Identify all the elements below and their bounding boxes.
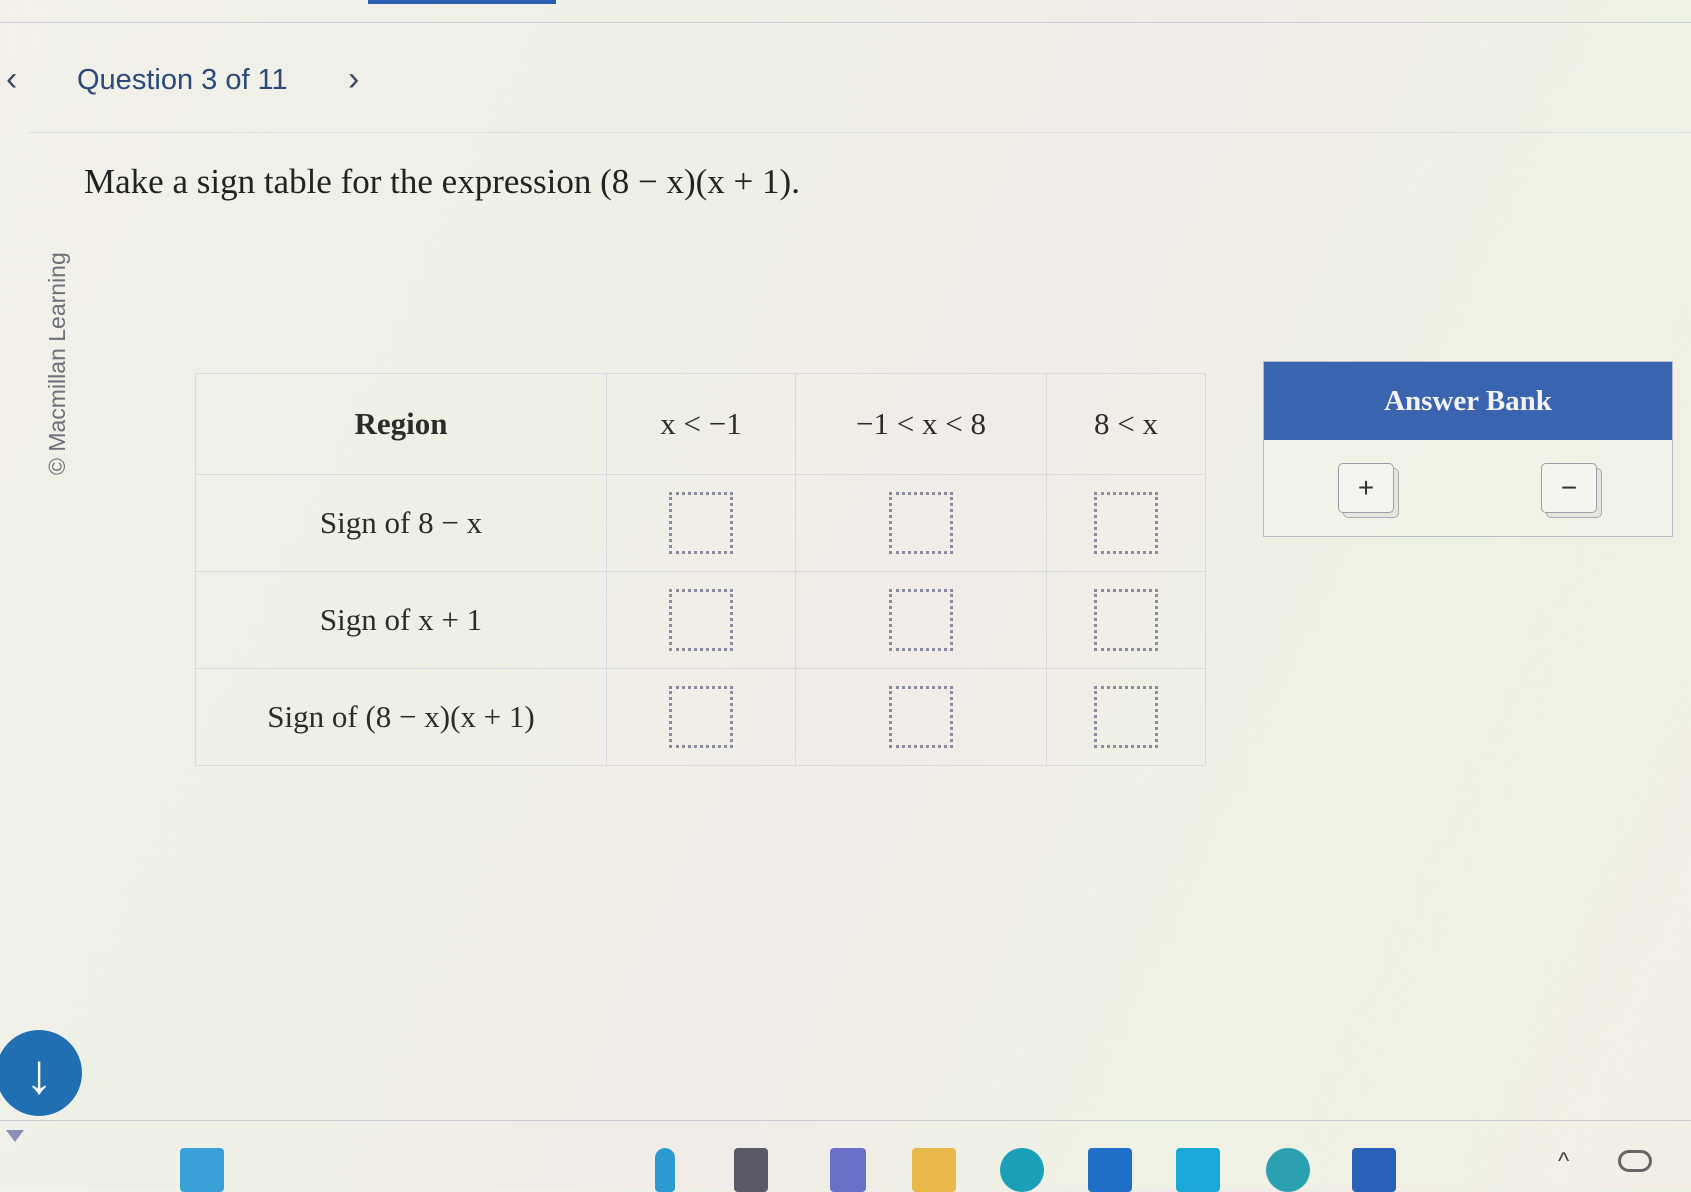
scroll-down-button[interactable]: ↓ <box>0 1030 82 1116</box>
tray-caret-icon[interactable]: ^ <box>1558 1148 1569 1176</box>
row-label: Sign of 8 − x <box>195 474 607 572</box>
arrow-down-icon: ↓ <box>25 1041 53 1105</box>
drop-target[interactable] <box>889 686 953 748</box>
table-row: Sign of (8 − x)(x + 1) <box>195 668 1206 766</box>
edge-icon[interactable] <box>1000 1148 1044 1192</box>
weather-icon[interactable] <box>1266 1148 1310 1192</box>
table-row: Sign of x + 1 <box>195 571 1206 669</box>
question-prompt: Make a sign table for the expression (8 … <box>84 162 800 201</box>
drop-target[interactable] <box>889 492 953 554</box>
header-region-2: −1 < x < 8 <box>795 373 1047 475</box>
app-icon-2[interactable] <box>1176 1148 1220 1192</box>
minus-tile[interactable]: − <box>1541 463 1597 513</box>
sign-table: Region x < −1 −1 < x < 8 8 < x Sign of 8… <box>195 373 1206 766</box>
drop-target[interactable] <box>669 589 733 651</box>
copyright-text: © Macmillan Learning <box>44 252 70 475</box>
windows-start-icon[interactable] <box>180 1148 224 1192</box>
task-view-icon[interactable] <box>734 1148 768 1192</box>
plus-tile[interactable]: + <box>1338 463 1394 513</box>
drop-target[interactable] <box>1094 686 1158 748</box>
drop-target[interactable] <box>669 492 733 554</box>
question-counter: Question 3 of 11 <box>77 64 288 96</box>
row-label: Sign of (8 − x)(x + 1) <box>195 668 607 766</box>
drop-target[interactable] <box>1094 589 1158 651</box>
drop-target[interactable] <box>1094 492 1158 554</box>
header-region: Region <box>195 373 607 475</box>
question-navigation: ‹ Question 3 of 11 › <box>0 52 500 112</box>
answer-bank: Answer Bank + − <box>1263 361 1673 537</box>
drop-target[interactable] <box>889 589 953 651</box>
row-label: Sign of x + 1 <box>195 571 607 669</box>
onedrive-icon[interactable] <box>1618 1150 1652 1172</box>
header-region-3: 8 < x <box>1046 373 1206 475</box>
store-icon[interactable] <box>1088 1148 1132 1192</box>
browser-top-strip <box>0 0 1691 23</box>
table-row: Sign of 8 − x <box>195 474 1206 572</box>
drop-target[interactable] <box>669 686 733 748</box>
answer-bank-title: Answer Bank <box>1264 362 1672 440</box>
teams-icon[interactable] <box>830 1148 866 1192</box>
app-icon[interactable] <box>655 1148 675 1192</box>
file-explorer-icon[interactable] <box>912 1148 956 1192</box>
header-region-1: x < −1 <box>606 373 796 475</box>
chevron-left-icon[interactable]: ‹ <box>6 62 17 96</box>
active-tab-indicator <box>368 0 556 4</box>
table-header-row: Region x < −1 −1 < x < 8 8 < x <box>195 373 1206 475</box>
word-icon[interactable] <box>1352 1148 1396 1192</box>
chevron-right-icon[interactable]: › <box>348 62 359 96</box>
